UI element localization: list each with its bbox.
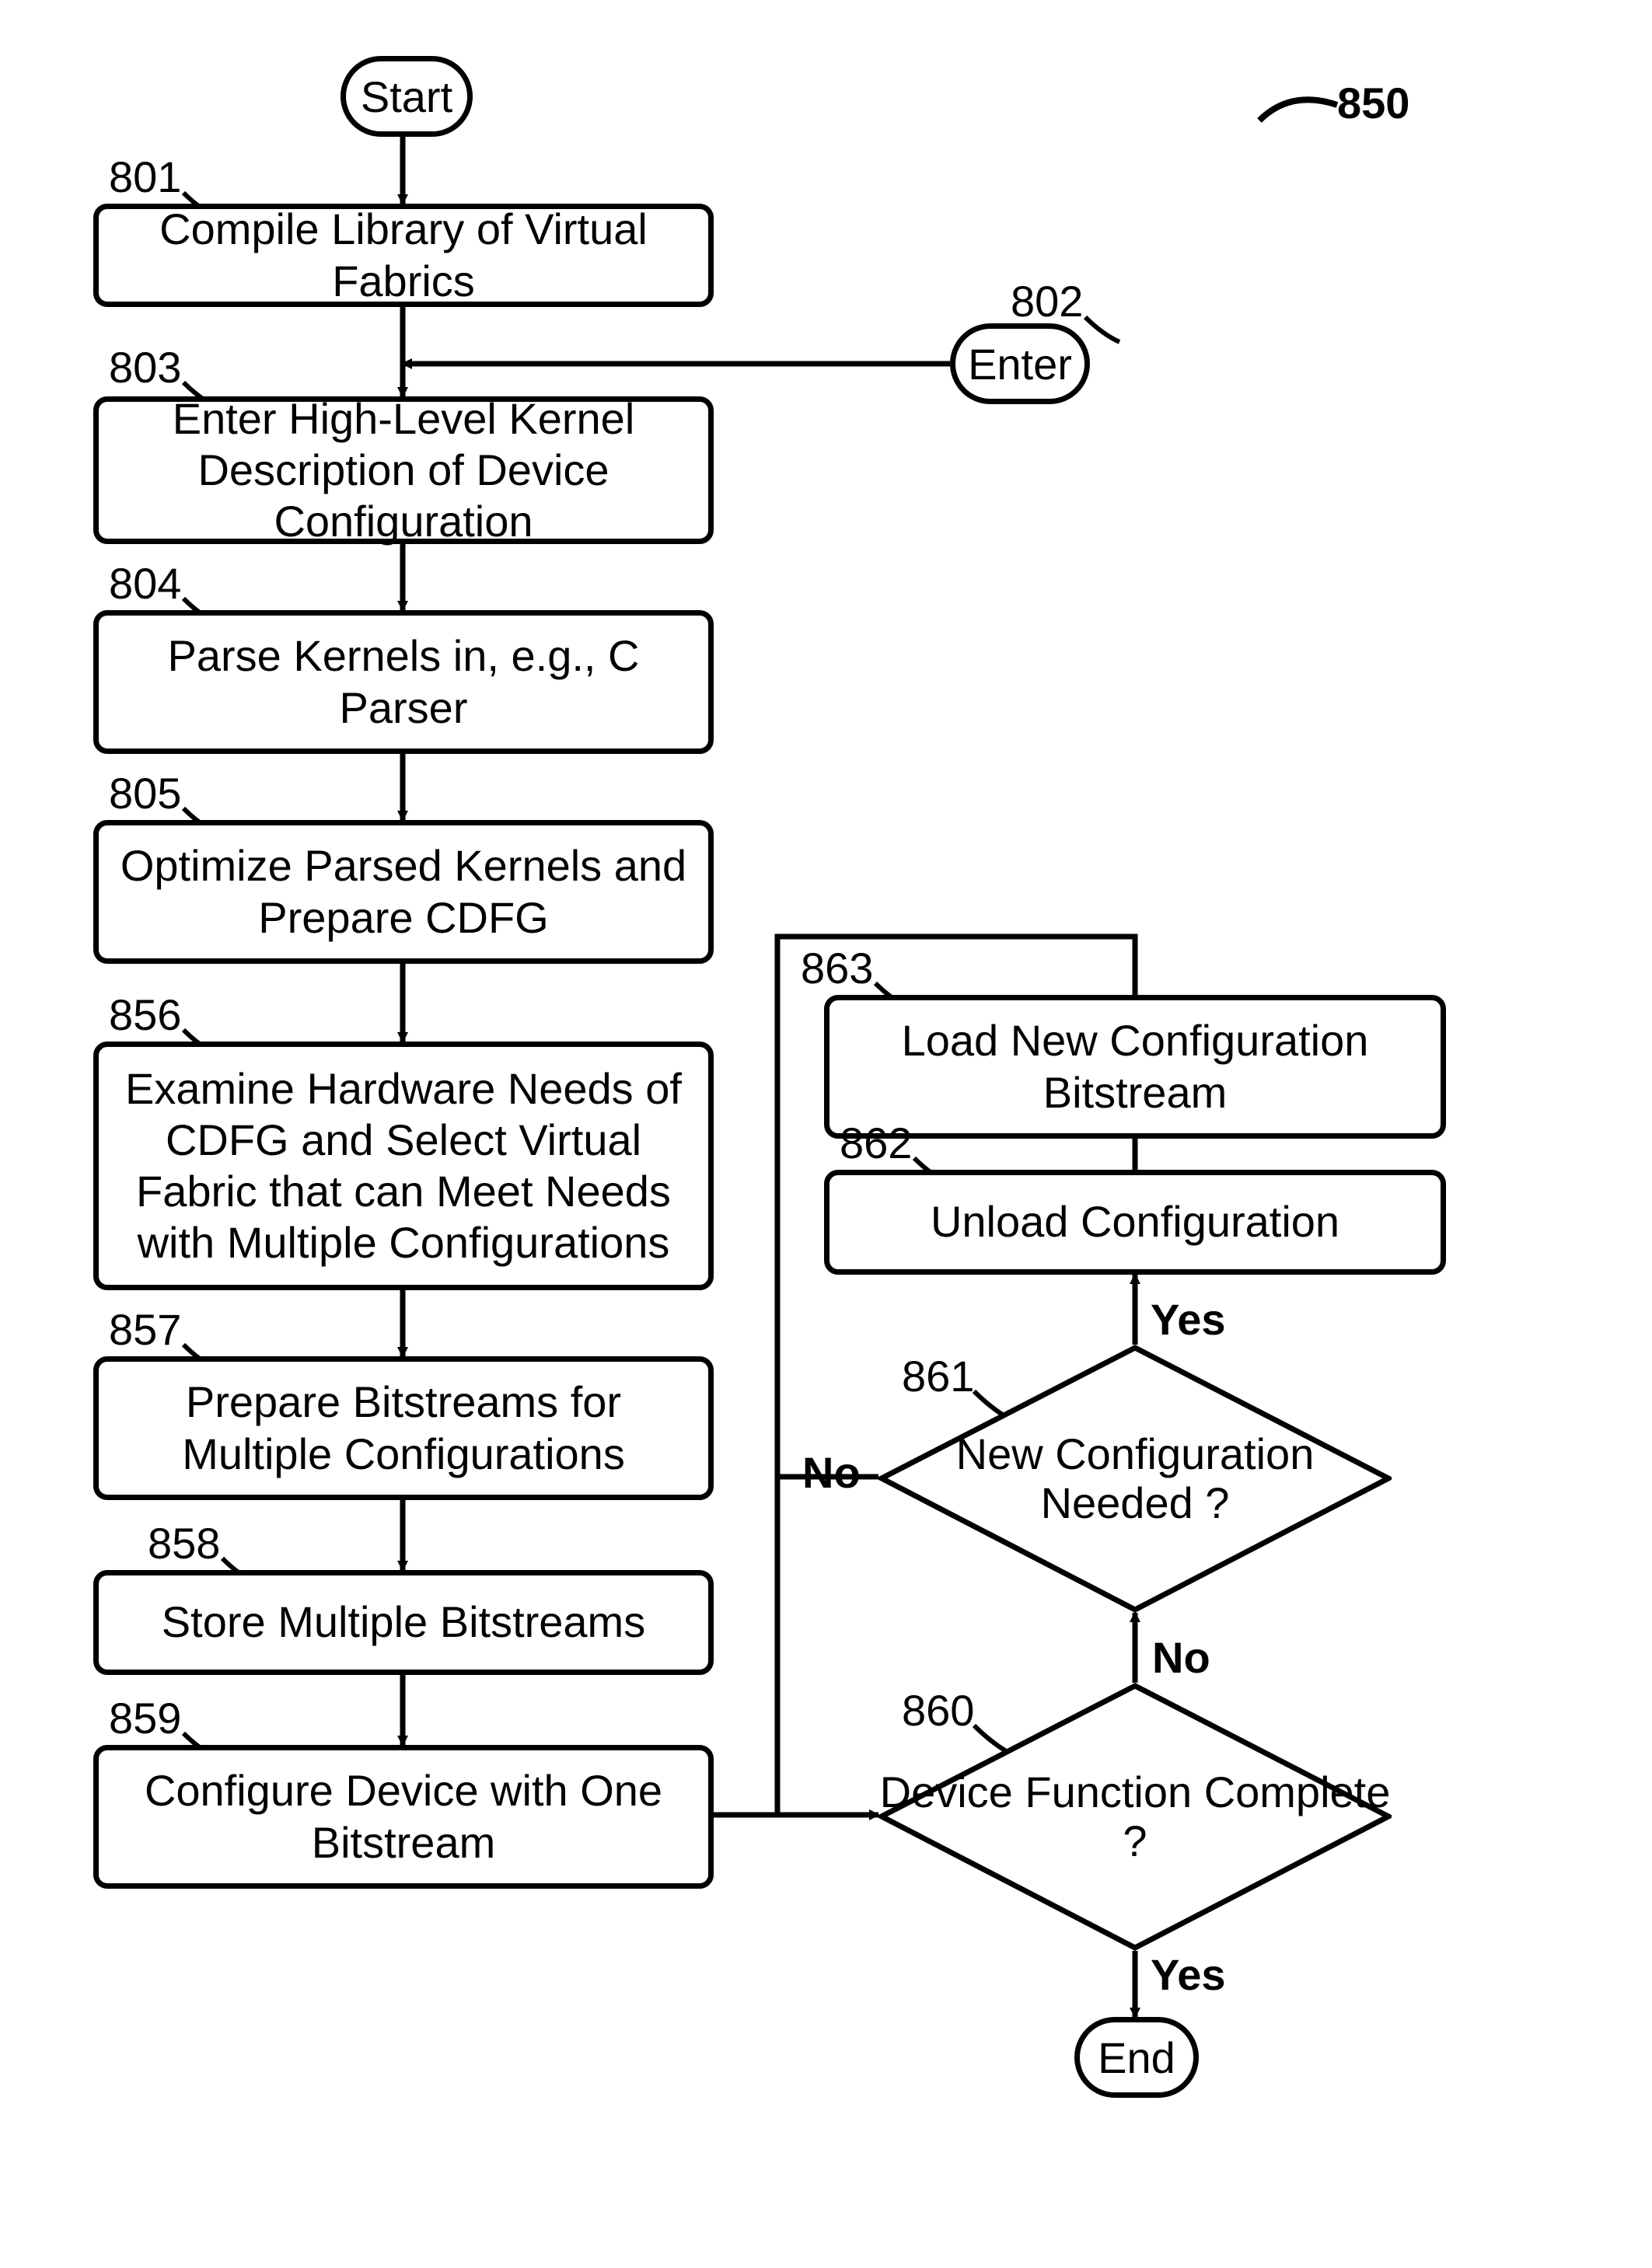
decision-861-text: New Configuration Needed ?	[878, 1430, 1392, 1527]
step-804-text: Parse Kernels in, e.g., C Parser	[108, 630, 699, 733]
edge-861-no: No	[802, 1447, 861, 1498]
flowchart-canvas: Start Enter End Compile Library of Virtu…	[0, 0, 1652, 2268]
decision-860-text: Device Function Complete ?	[878, 1768, 1392, 1865]
end-label: End	[1098, 2032, 1175, 2083]
ref-860: 860	[902, 1685, 974, 1736]
ref-802: 802	[1011, 276, 1083, 326]
edge-860-yes: Yes	[1151, 1949, 1226, 2000]
ref-804: 804	[109, 558, 181, 609]
start-label: Start	[361, 72, 452, 122]
step-803-text: Enter High-Level Kernel Description of D…	[108, 393, 699, 547]
edge-860-no: No	[1152, 1632, 1210, 1683]
ref-863: 863	[801, 943, 873, 993]
ref-803: 803	[109, 342, 181, 393]
step-804: Parse Kernels in, e.g., C Parser	[93, 610, 714, 754]
ref-856: 856	[109, 989, 181, 1040]
step-858: Store Multiple Bitstreams	[93, 1570, 714, 1675]
step-801-text: Compile Library of Virtual Fabrics	[108, 204, 699, 306]
ref-801: 801	[109, 152, 181, 202]
step-805: Optimize Parsed Kernels and Prepare CDFG	[93, 820, 714, 964]
step-805-text: Optimize Parsed Kernels and Prepare CDFG	[108, 840, 699, 943]
ref-861: 861	[902, 1351, 974, 1401]
ref-859: 859	[109, 1693, 181, 1743]
ref-805: 805	[109, 768, 181, 818]
step-859-text: Configure Device with One Bitstream	[108, 1765, 699, 1868]
step-803: Enter High-Level Kernel Description of D…	[93, 396, 714, 544]
end-terminator: End	[1074, 2017, 1199, 2098]
enter-terminator: Enter	[950, 323, 1090, 404]
start-terminator: Start	[341, 56, 473, 137]
step-857-text: Prepare Bitstreams for Multiple Configur…	[108, 1377, 699, 1479]
step-859: Configure Device with One Bitstream	[93, 1745, 714, 1889]
step-856: Examine Hardware Needs of CDFG and Selec…	[93, 1042, 714, 1290]
step-857: Prepare Bitstreams for Multiple Configur…	[93, 1356, 714, 1500]
step-801: Compile Library of Virtual Fabrics	[93, 204, 714, 307]
step-863: Load New Configuration Bitstream	[824, 995, 1446, 1139]
figure-ref: 850	[1337, 78, 1409, 128]
step-856-text: Examine Hardware Needs of CDFG and Selec…	[108, 1063, 699, 1268]
ref-858: 858	[148, 1518, 220, 1568]
ref-857: 857	[109, 1304, 181, 1355]
step-858-text: Store Multiple Bitstreams	[162, 1596, 645, 1648]
edge-861-yes: Yes	[1151, 1294, 1226, 1345]
ref-862: 862	[840, 1118, 912, 1168]
step-863-text: Load New Configuration Bitstream	[839, 1015, 1431, 1118]
step-862-text: Unload Configuration	[931, 1196, 1339, 1247]
step-862: Unload Configuration	[824, 1170, 1446, 1275]
enter-label: Enter	[968, 339, 1072, 389]
